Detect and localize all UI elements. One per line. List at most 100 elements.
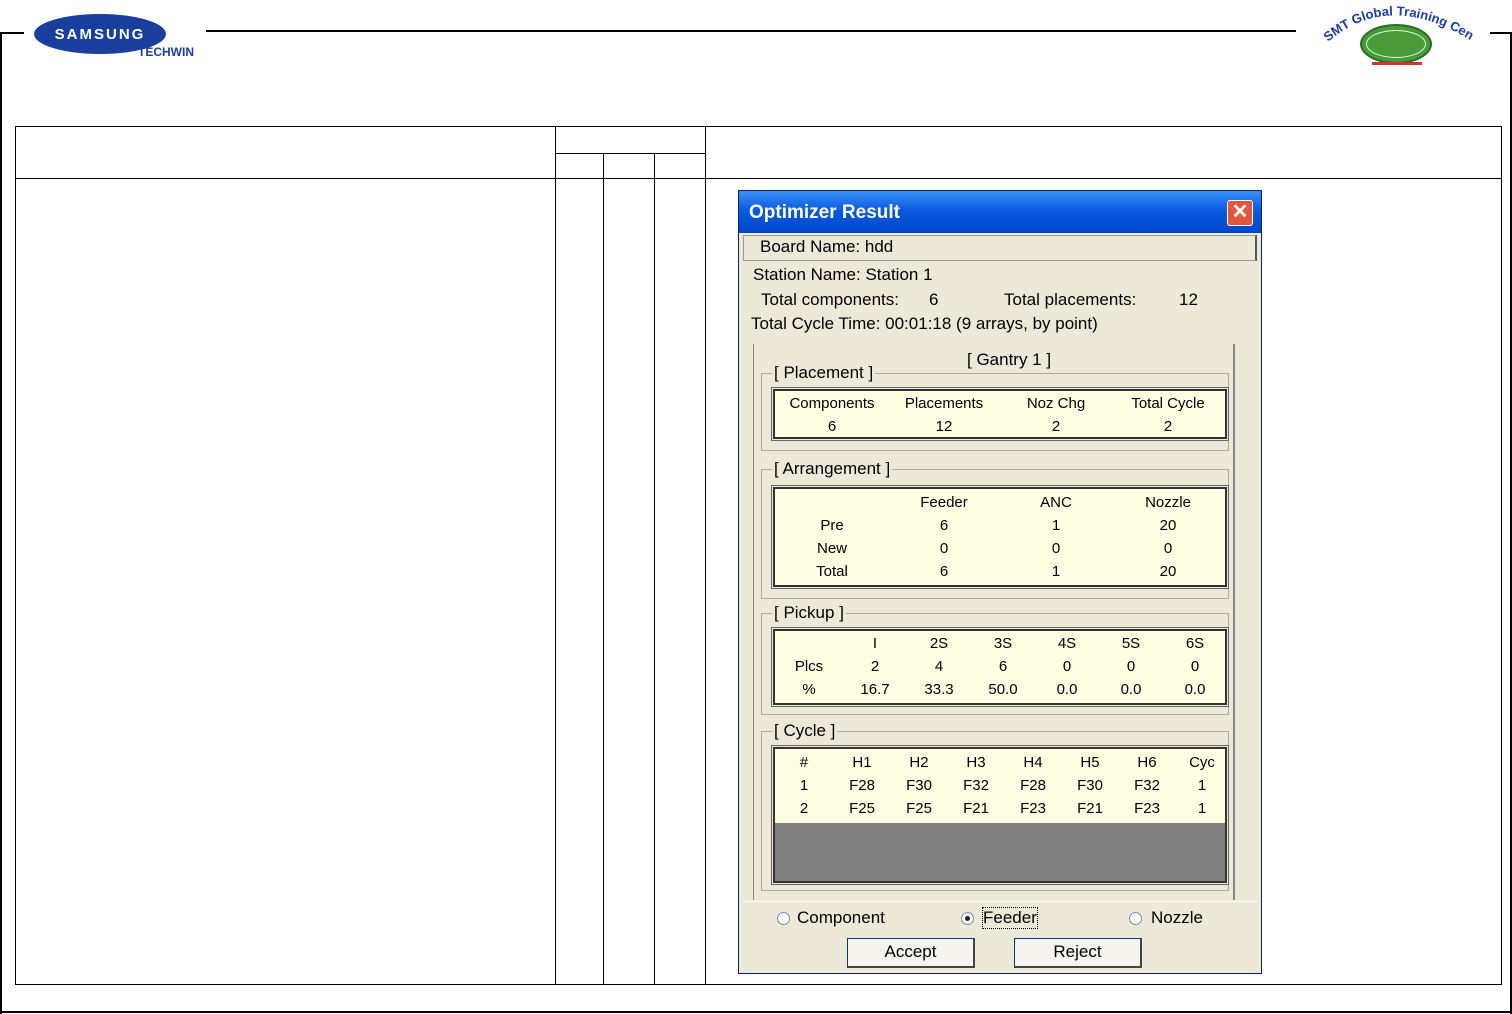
radio-feeder-label[interactable]: Feeder bbox=[982, 907, 1038, 929]
placement-header: Noz Chg bbox=[1026, 395, 1086, 412]
arrangement-cell: 1 bbox=[1051, 563, 1061, 580]
arrangement-table: Feeder ANC Nozzle Pre 6 1 20 New 0 0 0 T… bbox=[771, 485, 1229, 589]
cycle-header: # bbox=[799, 754, 809, 771]
doc-body-cell-3 bbox=[603, 178, 655, 985]
placement-value: 12 bbox=[935, 418, 953, 435]
cycle-cell: 1 bbox=[1197, 800, 1207, 817]
arrangement-cell: 0 bbox=[939, 540, 949, 557]
pickup-cell: % bbox=[802, 681, 816, 698]
samsung-logo-brand: SAMSUNG bbox=[54, 26, 146, 43]
total-placements-label: Total placements: bbox=[1004, 290, 1137, 309]
placement-table: Components Placements Noz Chg Total Cycl… bbox=[771, 387, 1229, 441]
cycle-cell: F23 bbox=[1134, 800, 1160, 817]
pickup-cell: 16.7 bbox=[860, 681, 890, 698]
placement-header: Total Cycle bbox=[1131, 395, 1205, 412]
dialog-title: Optimizer Result bbox=[749, 202, 900, 223]
radio-nozzle-label[interactable]: Nozzle bbox=[1151, 908, 1203, 928]
arrangement-header: Nozzle bbox=[1145, 494, 1191, 511]
arrangement-cell: 20 bbox=[1159, 563, 1177, 580]
doc-body-cell-2 bbox=[555, 178, 604, 985]
pickup-cell: 2 bbox=[870, 658, 880, 675]
cycle-cell: F30 bbox=[906, 777, 932, 794]
board-name-label: Board Name: hdd bbox=[760, 237, 894, 256]
pickup-cell: 33.3 bbox=[924, 681, 954, 698]
radio-feeder[interactable] bbox=[961, 912, 974, 925]
cycle-legend: [ Cycle ] bbox=[774, 721, 836, 740]
doc-body-cell-4 bbox=[654, 178, 706, 985]
pickup-cell: 0 bbox=[1190, 658, 1200, 675]
cycle-cell: F25 bbox=[849, 800, 875, 817]
total-cycle-time-label: Total Cycle Time: 00:01:18 (9 arrays, by… bbox=[751, 314, 1098, 333]
radio-component[interactable] bbox=[777, 912, 790, 925]
cycle-cell: F28 bbox=[1020, 777, 1046, 794]
arrangement-cell: Pre bbox=[820, 517, 844, 534]
pickup-legend: [ Pickup ] bbox=[774, 603, 844, 622]
pickup-cell: 0 bbox=[1062, 658, 1072, 675]
pickup-cell: 0.0 bbox=[1120, 681, 1142, 698]
doc-subheader-2 bbox=[603, 153, 655, 179]
radio-component-label[interactable]: Component bbox=[797, 908, 885, 928]
frame-top-middle bbox=[206, 30, 1296, 32]
station-name-label: Station Name: Station 1 bbox=[753, 265, 933, 284]
pickup-header: I bbox=[872, 635, 878, 652]
close-icon: ✕ bbox=[1231, 201, 1249, 223]
arrangement-cell: New bbox=[816, 540, 847, 557]
arrangement-cell: 0 bbox=[1051, 540, 1061, 557]
doc-subheader-1 bbox=[555, 153, 604, 179]
arrangement-cell: 20 bbox=[1159, 517, 1177, 534]
optimizer-result-dialog: Optimizer Result ✕ Board Name: hdd Stati… bbox=[738, 190, 1262, 974]
placement-legend: [ Placement ] bbox=[774, 363, 874, 382]
pickup-cell: 0.0 bbox=[1184, 681, 1206, 698]
board-name-box: Board Name: hdd bbox=[743, 235, 1257, 261]
pickup-header: 2S bbox=[929, 635, 949, 652]
pickup-header: 6S bbox=[1185, 635, 1205, 652]
cycle-header: H4 bbox=[1023, 754, 1043, 771]
pickup-cell: 6 bbox=[998, 658, 1008, 675]
frame-top-right bbox=[1490, 32, 1512, 34]
doc-subheader-3 bbox=[654, 153, 706, 179]
frame-left bbox=[0, 32, 2, 1014]
doc-body-cell-1 bbox=[15, 178, 556, 985]
cycle-cell: F21 bbox=[963, 800, 989, 817]
globe-icon bbox=[1360, 24, 1432, 64]
pickup-cell: 0 bbox=[1126, 658, 1136, 675]
cycle-cell: F21 bbox=[1077, 800, 1103, 817]
pickup-table: I 2S 3S 4S 5S 6S Plcs 2 4 6 0 0 0 % 16.7… bbox=[771, 627, 1229, 707]
arrangement-cell: 0 bbox=[1163, 540, 1173, 557]
cycle-header: H2 bbox=[909, 754, 929, 771]
frame-top-left bbox=[0, 32, 24, 34]
pickup-header: 5S bbox=[1121, 635, 1141, 652]
accept-button[interactable]: Accept bbox=[847, 938, 975, 968]
pickup-cell: Plcs bbox=[794, 658, 824, 675]
dialog-titlebar[interactable]: Optimizer Result ✕ bbox=[739, 191, 1261, 233]
pickup-header: 3S bbox=[993, 635, 1013, 652]
total-components-value: 6 bbox=[929, 290, 939, 309]
cycle-cell: F25 bbox=[906, 800, 932, 817]
placement-value: 2 bbox=[1163, 418, 1173, 435]
arrangement-cell: Total bbox=[816, 563, 848, 580]
close-button[interactable]: ✕ bbox=[1227, 200, 1253, 226]
placement-header: Placements bbox=[904, 395, 984, 412]
cycle-table[interactable]: # H1 H2 H3 H4 H5 H6 Cyc 1 F28 F30 F32 F2… bbox=[771, 745, 1229, 885]
cycle-header: H3 bbox=[966, 754, 986, 771]
view-option-group: Component Feeder Nozzle bbox=[743, 901, 1257, 935]
doc-header-cell-2 bbox=[555, 126, 706, 154]
cycle-cell: 1 bbox=[799, 777, 809, 794]
smt-training-center-logo: SMT Global Training Center bbox=[1318, 2, 1478, 68]
cycle-cell: 2 bbox=[799, 800, 809, 817]
arrangement-header: Feeder bbox=[920, 494, 968, 511]
cycle-cell: F32 bbox=[963, 777, 989, 794]
reject-button[interactable]: Reject bbox=[1014, 938, 1142, 968]
radio-nozzle[interactable] bbox=[1129, 912, 1142, 925]
arrangement-legend: [ Arrangement ] bbox=[774, 459, 891, 478]
arrangement-cell: 1 bbox=[1051, 517, 1061, 534]
doc-header-cell-3 bbox=[705, 126, 1502, 179]
arrangement-header: ANC bbox=[1040, 494, 1072, 511]
cycle-cell: F30 bbox=[1077, 777, 1103, 794]
cycle-header: H5 bbox=[1080, 754, 1100, 771]
smt-logo-underline bbox=[1372, 62, 1422, 65]
cycle-cell: 1 bbox=[1197, 777, 1207, 794]
total-components-label: Total components: bbox=[761, 290, 899, 309]
cycle-cell: F32 bbox=[1134, 777, 1160, 794]
doc-header-cell-1 bbox=[15, 126, 556, 179]
